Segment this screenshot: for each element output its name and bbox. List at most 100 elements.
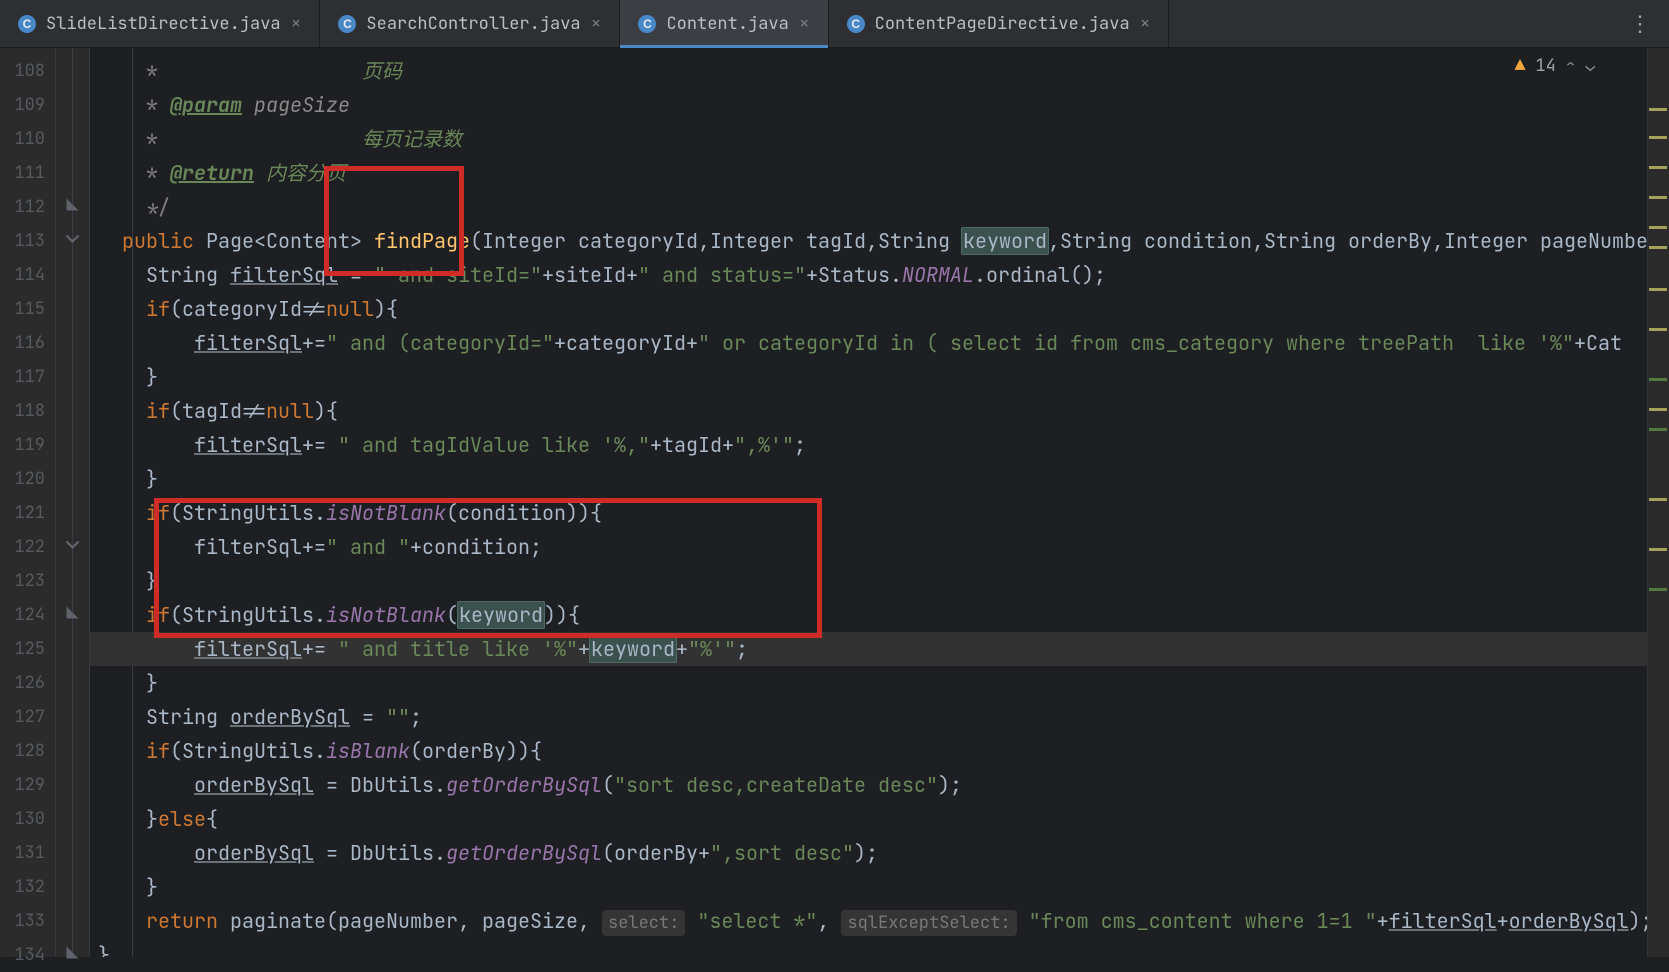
tab-label: SearchController.java bbox=[366, 13, 580, 35]
line-number: 134 bbox=[0, 938, 55, 972]
error-stripe-mark[interactable] bbox=[1649, 246, 1667, 249]
error-stripe-mark[interactable] bbox=[1649, 428, 1667, 431]
line-number: 132 bbox=[0, 870, 55, 904]
java-class-icon: C bbox=[847, 15, 865, 33]
error-stripe-mark[interactable] bbox=[1649, 136, 1667, 139]
line-number: 110 bbox=[0, 122, 55, 156]
java-class-icon: C bbox=[338, 15, 356, 33]
line-number: 114 bbox=[0, 258, 55, 292]
line-number: 121 bbox=[0, 496, 55, 530]
fold-guide-line bbox=[72, 48, 73, 957]
code-line: } bbox=[90, 938, 1647, 957]
code-line: filterSql+= " and tagIdValue like '%,"+t… bbox=[90, 428, 1647, 462]
close-icon[interactable]: × bbox=[291, 15, 302, 33]
inspections-widget[interactable]: ▲ 14 ⌃ ⌄ bbox=[1515, 54, 1595, 77]
code-line: filterSql+=" and "+condition; bbox=[90, 530, 1647, 564]
code-line: } bbox=[90, 666, 1647, 700]
code-line-current: filterSql+= " and title like '%"+keyword… bbox=[90, 632, 1647, 666]
line-number: 117 bbox=[0, 360, 55, 394]
code-line: * 每页记录数 bbox=[90, 122, 1647, 156]
fold-end-icon[interactable] bbox=[65, 604, 80, 619]
code-line: }else{ bbox=[90, 802, 1647, 836]
java-class-icon: C bbox=[18, 15, 36, 33]
line-number: 126 bbox=[0, 666, 55, 700]
line-number: 116 bbox=[0, 326, 55, 360]
chevron-up-icon[interactable]: ⌃ bbox=[1566, 55, 1576, 76]
line-number: 133 bbox=[0, 904, 55, 938]
fold-start-icon[interactable] bbox=[65, 536, 80, 551]
tab-label: Content.java bbox=[666, 13, 788, 35]
tab-content-page-directive[interactable]: C ContentPageDirective.java × bbox=[829, 0, 1170, 47]
line-number: 131 bbox=[0, 836, 55, 870]
tab-spacer bbox=[1169, 0, 1611, 47]
code-line: * @return 内容分页 bbox=[90, 156, 1647, 190]
error-stripe-mark[interactable] bbox=[1649, 588, 1667, 591]
error-stripe-mark[interactable] bbox=[1649, 408, 1667, 411]
error-stripe-mark[interactable] bbox=[1649, 288, 1667, 291]
code-line: String filterSql = " and siteId="+siteId… bbox=[90, 258, 1647, 292]
code-line: } bbox=[90, 462, 1647, 496]
vertical-dots-icon: ⋮ bbox=[1629, 9, 1651, 38]
error-stripe[interactable] bbox=[1647, 48, 1669, 957]
line-number: 128 bbox=[0, 734, 55, 768]
warning-count: 14 bbox=[1535, 55, 1555, 77]
line-number: 124 bbox=[0, 598, 55, 632]
java-class-icon: C bbox=[638, 15, 656, 33]
code-line: String orderBySql = ""; bbox=[90, 700, 1647, 734]
code-line: if(categoryId!=null){ bbox=[90, 292, 1647, 326]
line-number: 130 bbox=[0, 802, 55, 836]
line-number: 109 bbox=[0, 88, 55, 122]
line-number: 123 bbox=[0, 564, 55, 598]
tab-label: ContentPageDirective.java bbox=[875, 13, 1130, 35]
close-icon[interactable]: × bbox=[1140, 15, 1151, 33]
tab-slide-list-directive[interactable]: C SlideListDirective.java × bbox=[0, 0, 320, 47]
line-number: 119 bbox=[0, 428, 55, 462]
line-number-gutter: 108 109 110 111 112 113 114 115 116 117 … bbox=[0, 48, 56, 957]
line-number: 113 bbox=[0, 224, 55, 258]
code-editor[interactable]: ▲ 14 ⌃ ⌄ * 页码 * @param pageSize * 每页记录数 … bbox=[90, 48, 1647, 957]
error-stripe-mark[interactable] bbox=[1649, 378, 1667, 381]
error-stripe-mark[interactable] bbox=[1649, 548, 1667, 551]
code-line: * @param pageSize bbox=[90, 88, 1647, 122]
close-icon[interactable]: × bbox=[591, 15, 602, 33]
close-icon[interactable]: × bbox=[799, 15, 810, 33]
tab-label: SlideListDirective.java bbox=[46, 13, 281, 35]
error-stripe-mark[interactable] bbox=[1649, 226, 1667, 229]
code-line: if(tagId!=null){ bbox=[90, 394, 1647, 428]
tab-search-controller[interactable]: C SearchController.java × bbox=[320, 0, 620, 47]
line-number: 112 bbox=[0, 190, 55, 224]
line-number: 111 bbox=[0, 156, 55, 190]
fold-column bbox=[56, 48, 90, 957]
line-number: 120 bbox=[0, 462, 55, 496]
code-line: public Page<Content> findPage(Integer ca… bbox=[90, 224, 1647, 258]
tab-content[interactable]: C Content.java × bbox=[620, 0, 828, 47]
line-number: 122 bbox=[0, 530, 55, 564]
editor-main: 108 109 110 111 112 113 114 115 116 117 … bbox=[0, 48, 1669, 957]
code-line: return paginate(pageNumber, pageSize, se… bbox=[90, 904, 1647, 938]
fold-end-icon[interactable] bbox=[65, 196, 80, 211]
error-stripe-mark[interactable] bbox=[1649, 166, 1667, 169]
error-stripe-mark[interactable] bbox=[1649, 328, 1667, 331]
fold-start-icon[interactable] bbox=[65, 230, 80, 245]
code-line: orderBySql = DbUtils.getOrderBySql("sort… bbox=[90, 768, 1647, 802]
line-number: 115 bbox=[0, 292, 55, 326]
code-line: orderBySql = DbUtils.getOrderBySql(order… bbox=[90, 836, 1647, 870]
error-stripe-mark[interactable] bbox=[1649, 196, 1667, 199]
chevron-down-icon[interactable]: ⌄ bbox=[1585, 55, 1595, 76]
code-line: } bbox=[90, 564, 1647, 598]
warning-icon: ▲ bbox=[1515, 54, 1526, 77]
code-line: * 页码 bbox=[90, 54, 1647, 88]
code-line: } bbox=[90, 870, 1647, 904]
tab-overflow-menu[interactable]: ⋮ bbox=[1611, 0, 1669, 47]
code-line: filterSql+=" and (categoryId="+categoryI… bbox=[90, 326, 1647, 360]
error-stripe-mark[interactable] bbox=[1649, 108, 1667, 111]
line-number: 127 bbox=[0, 700, 55, 734]
code-line: */ bbox=[90, 190, 1647, 224]
code-line: if(StringUtils.isBlank(orderBy)){ bbox=[90, 734, 1647, 768]
line-number: 118 bbox=[0, 394, 55, 428]
editor-tab-bar: C SlideListDirective.java × C SearchCont… bbox=[0, 0, 1669, 48]
line-number: 125 bbox=[0, 632, 55, 666]
error-stripe-mark[interactable] bbox=[1649, 498, 1667, 501]
line-number: 129 bbox=[0, 768, 55, 802]
line-number: 108 bbox=[0, 54, 55, 88]
